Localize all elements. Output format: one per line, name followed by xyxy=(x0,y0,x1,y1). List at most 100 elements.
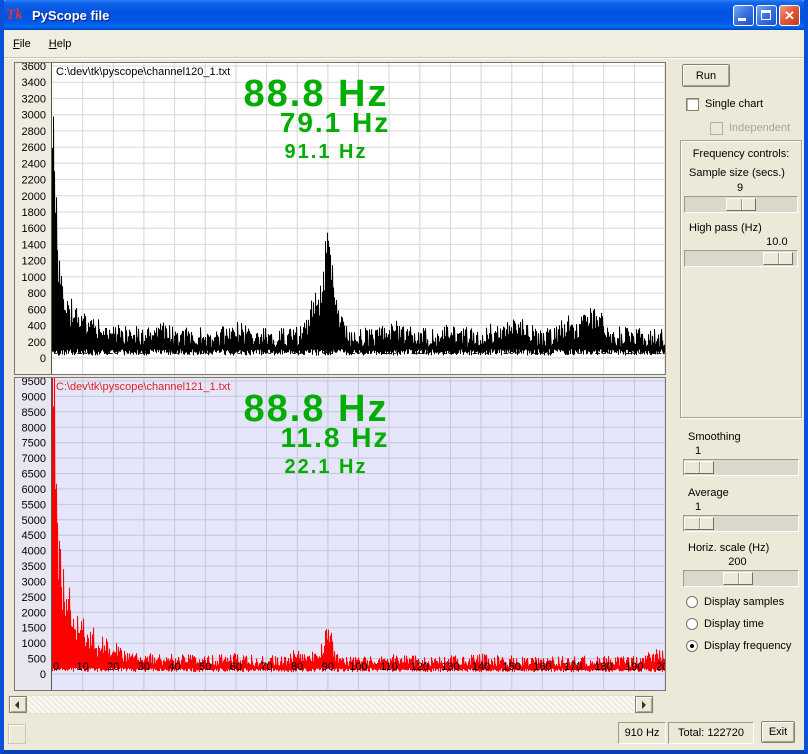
radio-display-samples[interactable]: Display samples xyxy=(686,595,784,609)
svg-text:9500: 9500 xyxy=(22,377,46,388)
spectrum-chart-channel121: 0500100015002000250030003500400045005000… xyxy=(14,377,666,694)
high-pass-label: High pass (Hz) xyxy=(689,222,762,234)
svg-text:4000: 4000 xyxy=(22,546,46,558)
svg-text:150: 150 xyxy=(503,345,521,357)
control-panel: Run Single chart Independent Frequency c… xyxy=(676,56,808,701)
svg-text:1800: 1800 xyxy=(22,207,46,219)
svg-text:170: 170 xyxy=(564,661,582,673)
high-pass-slider[interactable]: 10.0 xyxy=(684,236,798,269)
svg-text:8500: 8500 xyxy=(22,407,46,419)
menu-help[interactable]: Help xyxy=(40,34,81,54)
svg-text:100: 100 xyxy=(349,661,367,673)
svg-text:3400: 3400 xyxy=(22,77,46,89)
svg-text:3600: 3600 xyxy=(22,62,46,73)
menu-bar: File Help xyxy=(4,30,804,58)
svg-text:140: 140 xyxy=(472,345,490,357)
svg-text:160: 160 xyxy=(533,661,551,673)
svg-text:79.1 Hz: 79.1 Hz xyxy=(280,107,391,138)
radio-display-frequency[interactable]: Display frequency xyxy=(686,639,791,653)
svg-text:190: 190 xyxy=(625,661,643,673)
svg-text:1600: 1600 xyxy=(22,223,46,235)
close-icon xyxy=(780,7,799,24)
minimize-button[interactable] xyxy=(733,5,754,26)
slider-trough[interactable] xyxy=(683,459,799,476)
svg-text:130: 130 xyxy=(441,345,459,357)
horiz-scale-slider[interactable]: 200 xyxy=(683,556,799,589)
slider-trough[interactable] xyxy=(684,250,798,267)
sample-size-slider[interactable]: 9 xyxy=(684,182,798,215)
average-label: Average xyxy=(688,487,729,499)
svg-text:0: 0 xyxy=(53,661,59,673)
slider-handle[interactable] xyxy=(726,198,756,211)
radio-display-time[interactable]: Display time xyxy=(686,617,764,631)
average-slider[interactable]: 1 xyxy=(683,501,799,534)
svg-text:2600: 2600 xyxy=(22,142,46,154)
title-bar[interactable]: PyScope file xyxy=(0,0,808,30)
radio-icon xyxy=(686,640,698,652)
svg-text:90: 90 xyxy=(322,345,334,357)
svg-text:10: 10 xyxy=(77,661,89,673)
scroll-right-button[interactable] xyxy=(635,696,653,713)
arrow-left-icon xyxy=(15,701,19,709)
display-samples-label: Display samples xyxy=(704,596,784,608)
menu-file[interactable]: File xyxy=(4,34,40,54)
svg-text:9000: 9000 xyxy=(22,391,46,403)
frequency-controls-frame: Frequency controls: Sample size (secs.) … xyxy=(680,140,802,418)
slider-trough[interactable] xyxy=(683,570,799,587)
svg-text:120: 120 xyxy=(411,345,429,357)
close-button[interactable] xyxy=(779,5,800,26)
svg-text:200: 200 xyxy=(656,661,666,673)
exit-button[interactable]: Exit xyxy=(761,721,795,743)
slider-handle[interactable] xyxy=(763,252,793,265)
checkbox-icon xyxy=(710,122,723,135)
svg-text:4500: 4500 xyxy=(22,530,46,542)
svg-text:C:\dev\tk\pyscope\channel120_1: C:\dev\tk\pyscope\channel120_1.txt xyxy=(56,66,230,78)
svg-text:0: 0 xyxy=(53,345,59,357)
maximize-button[interactable] xyxy=(756,5,777,26)
svg-text:50: 50 xyxy=(199,345,211,357)
svg-text:6500: 6500 xyxy=(22,469,46,481)
slider-trough[interactable] xyxy=(683,515,799,532)
svg-text:180: 180 xyxy=(595,345,613,357)
svg-text:3000: 3000 xyxy=(22,576,46,588)
svg-text:30: 30 xyxy=(138,661,150,673)
slider-handle[interactable] xyxy=(684,461,714,474)
display-time-label: Display time xyxy=(704,618,764,630)
svg-text:2200: 2200 xyxy=(22,175,46,187)
independent-label: Independent xyxy=(729,122,790,134)
svg-text:7500: 7500 xyxy=(22,438,46,450)
single-chart-checkbox[interactable]: Single chart xyxy=(686,97,763,111)
svg-text:7000: 7000 xyxy=(22,453,46,465)
smoothing-label: Smoothing xyxy=(688,431,741,443)
svg-text:91.1 Hz: 91.1 Hz xyxy=(285,141,368,163)
average-value: 1 xyxy=(678,501,718,513)
svg-text:1000: 1000 xyxy=(22,272,46,284)
svg-text:2000: 2000 xyxy=(22,191,46,203)
svg-text:11.8 Hz: 11.8 Hz xyxy=(281,422,390,453)
smoothing-slider[interactable]: 1 xyxy=(683,445,799,478)
status-frequency: 910 Hz xyxy=(618,722,666,744)
slider-trough[interactable] xyxy=(684,196,798,213)
svg-text:50: 50 xyxy=(199,661,211,673)
arrow-right-icon xyxy=(642,701,646,709)
independent-checkbox: Independent xyxy=(710,121,790,135)
horizontal-scrollbar[interactable] xyxy=(8,695,654,714)
svg-text:800: 800 xyxy=(28,288,46,300)
slider-handle[interactable] xyxy=(684,517,714,530)
sample-size-value: 9 xyxy=(720,182,760,194)
svg-text:40: 40 xyxy=(168,345,180,357)
svg-text:1000: 1000 xyxy=(22,638,46,650)
svg-text:2000: 2000 xyxy=(22,607,46,619)
svg-text:C:\dev\tk\pyscope\channel121_1: C:\dev\tk\pyscope\channel121_1.txt xyxy=(56,381,230,393)
scroll-left-button[interactable] xyxy=(9,696,27,713)
slider-handle[interactable] xyxy=(723,572,753,585)
svg-text:70: 70 xyxy=(260,661,272,673)
svg-text:60: 60 xyxy=(230,345,242,357)
svg-text:30: 30 xyxy=(138,345,150,357)
maximize-icon xyxy=(761,10,771,20)
svg-text:0: 0 xyxy=(40,669,46,681)
svg-text:70: 70 xyxy=(260,345,272,357)
svg-text:140: 140 xyxy=(472,661,490,673)
svg-text:80: 80 xyxy=(291,345,303,357)
run-button[interactable]: Run xyxy=(682,64,730,87)
